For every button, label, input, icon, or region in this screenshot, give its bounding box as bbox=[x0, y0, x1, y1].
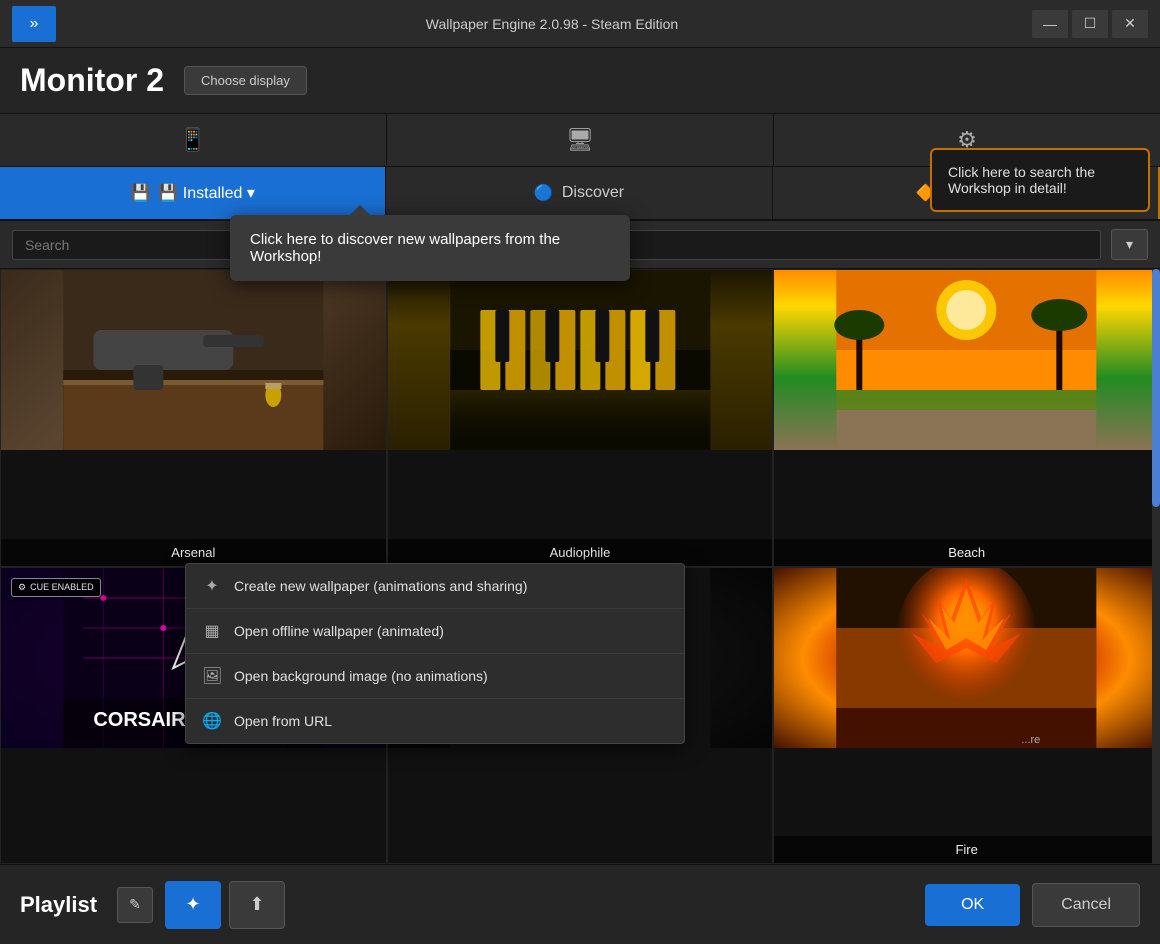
context-menu-item-create[interactable]: ✦ Create new wallpaper (animations and s… bbox=[186, 564, 684, 609]
open-offline-icon: ▦ bbox=[202, 621, 222, 641]
tab-icon-mobile[interactable]: 📱 bbox=[0, 114, 387, 166]
installed-icon: 💾 bbox=[130, 183, 150, 203]
workshop-tooltip-text: Click here to search the Workshop in det… bbox=[948, 164, 1095, 196]
tab-icon-monitor[interactable]: 🖥 bbox=[387, 114, 774, 166]
close-button[interactable]: ✕ bbox=[1112, 10, 1148, 38]
scroll-thumb[interactable] bbox=[1152, 269, 1160, 507]
bottom-action-buttons: ✦ ⬆ bbox=[165, 881, 285, 929]
minimize-button[interactable]: — bbox=[1032, 10, 1068, 38]
context-menu-item-offline[interactable]: ▦ Open offline wallpaper (animated) bbox=[186, 609, 684, 654]
tab-installed[interactable]: 💾 💾 Installed ▾ bbox=[0, 167, 386, 219]
context-menu: ✦ Create new wallpaper (animations and s… bbox=[185, 563, 685, 744]
cue-badge-1: ⚙CUE ENABLED bbox=[11, 578, 101, 597]
fast-forward-button[interactable]: » bbox=[12, 6, 56, 42]
wallpaper-label-arsenal: Arsenal bbox=[1, 539, 386, 566]
upload-button[interactable]: ⬆ bbox=[229, 881, 285, 929]
wallpaper-label-beach: Beach bbox=[774, 539, 1159, 566]
wallpaper-item-arsenal[interactable]: Arsenal bbox=[0, 269, 387, 567]
filter-icon: ▾ bbox=[1126, 236, 1133, 253]
discover-tooltip-text: Click here to discover new wallpapers fr… bbox=[250, 231, 560, 265]
create-wallpaper-label: Create new wallpaper (animations and sha… bbox=[234, 578, 527, 594]
open-url-icon: 🌐 bbox=[202, 711, 222, 731]
open-url-label: Open from URL bbox=[234, 713, 332, 729]
monitor-title: Monitor 2 bbox=[20, 62, 164, 99]
bottom-bar: Playlist ✎ ✦ ⬆ OK Cancel bbox=[0, 864, 1160, 944]
wallpaper-item-beach[interactable]: Beach bbox=[773, 269, 1160, 567]
wallpaper-label-audiophile: Audiophile bbox=[388, 539, 773, 566]
discover-tooltip[interactable]: Click here to discover new wallpapers fr… bbox=[230, 215, 630, 281]
title-bar: » Wallpaper Engine 2.0.98 - Steam Editio… bbox=[0, 0, 1160, 48]
playlist-label: Playlist bbox=[20, 892, 97, 918]
window-controls: — ☐ ✕ bbox=[1032, 10, 1148, 38]
open-background-icon: 🖼 bbox=[202, 666, 222, 686]
choose-display-button[interactable]: Choose display bbox=[184, 66, 307, 95]
context-menu-item-background[interactable]: 🖼 Open background image (no animations) bbox=[186, 654, 684, 699]
wallpaper-label-fire: Fire bbox=[774, 836, 1159, 863]
tools-button[interactable]: ✦ bbox=[165, 881, 221, 929]
playlist-edit-button[interactable]: ✎ bbox=[117, 887, 153, 923]
workshop-tooltip[interactable]: Click here to search the Workshop in det… bbox=[930, 148, 1150, 212]
wallpaper-item-fire[interactable]: ...re Fire bbox=[773, 567, 1160, 865]
filter-button[interactable]: ▾ bbox=[1111, 229, 1148, 260]
maximize-button[interactable]: ☐ bbox=[1072, 10, 1108, 38]
scrollbar[interactable] bbox=[1152, 269, 1160, 864]
discover-icon: 🔵 bbox=[534, 183, 554, 203]
svg-text:CORSAIR: CORSAIR bbox=[93, 709, 186, 731]
open-offline-label: Open offline wallpaper (animated) bbox=[234, 623, 444, 639]
svg-text:...re: ...re bbox=[1022, 734, 1041, 746]
installed-label: 💾 Installed ▾ bbox=[158, 183, 254, 203]
header: Monitor 2 Choose display bbox=[0, 48, 1160, 114]
tab-discover[interactable]: 🔵 Discover bbox=[386, 167, 772, 219]
context-menu-item-url[interactable]: 🌐 Open from URL bbox=[186, 699, 684, 743]
create-wallpaper-icon: ✦ bbox=[202, 576, 222, 596]
cancel-button[interactable]: Cancel bbox=[1032, 883, 1140, 927]
discover-label: Discover bbox=[562, 184, 624, 202]
open-background-label: Open background image (no animations) bbox=[234, 668, 488, 684]
app-title: Wallpaper Engine 2.0.98 - Steam Edition bbox=[72, 16, 1032, 32]
ok-button[interactable]: OK bbox=[925, 884, 1020, 926]
wallpaper-item-audiophile[interactable]: Audiophile bbox=[387, 269, 774, 567]
